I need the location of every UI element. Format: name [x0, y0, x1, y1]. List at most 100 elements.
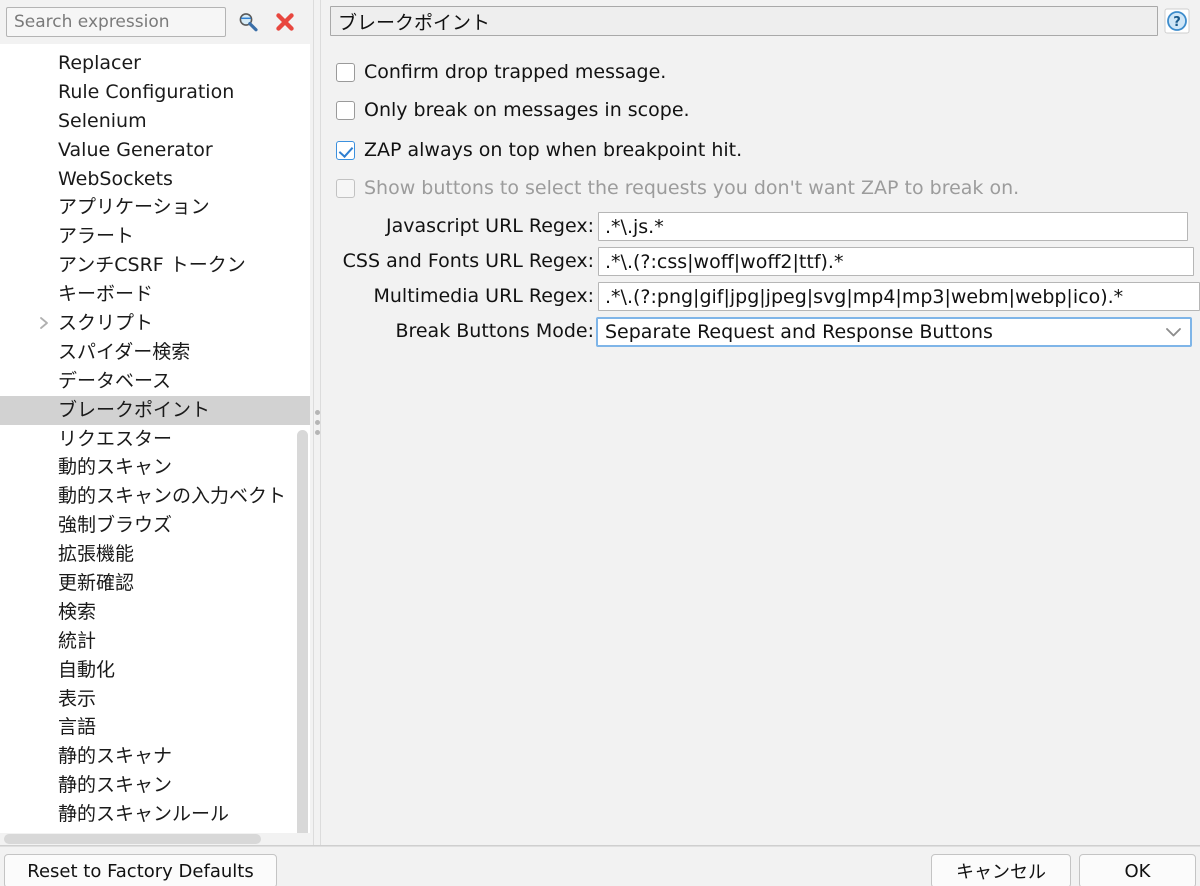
checkbox-label: Show buttons to select the requests you … — [364, 177, 1020, 199]
sidebar-item-label: 検索 — [58, 600, 97, 623]
sidebar-item[interactable]: Selenium — [0, 107, 310, 136]
tree-horizontal-scrollbar[interactable] — [0, 833, 310, 845]
tree-vertical-scrollbar-thumb[interactable] — [297, 430, 308, 833]
options-form: Confirm drop trapped message. Only break … — [324, 46, 1200, 845]
splitter-line-right — [320, 0, 321, 845]
sidebar-item[interactable]: 静的スキャナ — [0, 742, 310, 771]
sidebar-item[interactable]: スクリプト — [0, 309, 310, 338]
sidebar-item[interactable]: 強制ブラウズ — [0, 511, 310, 540]
search-icon[interactable] — [233, 7, 263, 37]
sidebar-item-label: 動的スキャンの入力ベクト — [58, 485, 287, 508]
form-field-row: CSS and Fonts URL Regex: — [324, 247, 1200, 276]
settings-tree-list: Replacer Rule Configuration Selenium Value … — [0, 44, 310, 829]
sidebar-item-label: 統計 — [58, 629, 97, 652]
sidebar-item[interactable]: 動的スキャン — [0, 453, 310, 482]
sidebar-item-label: 表示 — [58, 687, 97, 710]
sidebar-item[interactable]: 拡張機能 — [0, 540, 310, 569]
checkbox-row: Show buttons to select the requests you … — [336, 174, 1019, 202]
checkbox-label: Confirm drop trapped message. — [364, 61, 667, 83]
form-field-label: Javascript URL Regex: — [386, 215, 594, 237]
sidebar-item[interactable]: ブレークポイント — [0, 395, 310, 425]
chevron-down-icon[interactable] — [1156, 319, 1190, 345]
sidebar-item-label: 言語 — [58, 716, 97, 739]
right-pane: ブレークポイント ? Confirm drop trapped message.… — [324, 0, 1200, 845]
sidebar-item-label: Rule Configuration — [58, 80, 235, 103]
sidebar-item[interactable]: キーボード — [0, 280, 310, 309]
form-field-input[interactable] — [598, 212, 1188, 241]
sidebar-item-label: キーボード — [58, 283, 154, 306]
bottom-separator — [0, 845, 1200, 847]
checkbox-label: Only break on messages in scope. — [364, 99, 690, 121]
sidebar-item-label: データベース — [58, 369, 172, 392]
sidebar-item-label: Selenium — [58, 109, 147, 132]
search-input[interactable] — [6, 7, 226, 37]
sidebar-item[interactable]: Replacer — [0, 49, 310, 78]
sidebar-item[interactable]: Value Generator — [0, 136, 310, 165]
reset-to-factory-defaults-button[interactable]: Reset to Factory Defaults — [4, 854, 277, 886]
checkbox-row[interactable]: Only break on messages in scope. — [336, 96, 690, 124]
checkbox-row[interactable]: Confirm drop trapped message. — [336, 58, 666, 86]
sidebar-item[interactable]: 静的スキャンルール — [0, 800, 310, 829]
checkbox-box[interactable] — [336, 140, 355, 160]
chevron-right-icon[interactable] — [36, 309, 52, 338]
tree-horizontal-scrollbar-thumb[interactable] — [4, 834, 261, 844]
sidebar-item-label: アラート — [58, 225, 135, 248]
splitter-line-left — [313, 0, 314, 845]
left-pane: Replacer Rule Configuration Selenium Value … — [0, 0, 310, 845]
sidebar-item-label: Value Generator — [58, 138, 213, 161]
form-field-input[interactable] — [598, 282, 1200, 311]
sidebar-item[interactable]: Rule Configuration — [0, 78, 310, 107]
form-field-label: CSS and Fonts URL Regex: — [342, 250, 594, 272]
search-toolbar — [0, 0, 310, 44]
pane-splitter[interactable] — [310, 0, 324, 845]
sidebar-item[interactable]: 自動化 — [0, 656, 310, 685]
cancel-button[interactable]: キャンセル — [931, 854, 1071, 886]
sidebar-item[interactable]: アラート — [0, 222, 310, 251]
sidebar-item[interactable]: アンチCSRF トークン — [0, 251, 310, 280]
sidebar-item[interactable]: 更新確認 — [0, 569, 310, 598]
sidebar-item-label: 動的スキャン — [58, 456, 173, 479]
sidebar-item[interactable]: 動的スキャンの入力ベクト — [0, 482, 310, 511]
svg-text:?: ? — [1173, 15, 1181, 30]
break-buttons-mode-label: Break Buttons Mode: — [395, 320, 594, 342]
sidebar-item-label: ブレークポイント — [58, 398, 211, 421]
splitter-grip-dots[interactable] — [314, 410, 320, 435]
ok-button[interactable]: OK — [1079, 854, 1196, 886]
sidebar-item-label: 更新確認 — [58, 572, 135, 595]
checkbox-box — [336, 178, 355, 198]
settings-tree[interactable]: Replacer Rule Configuration Selenium Value … — [0, 44, 310, 833]
checkbox-row[interactable]: ZAP always on top when breakpoint hit. — [336, 136, 742, 164]
sidebar-item[interactable]: スパイダー検索 — [0, 338, 310, 367]
sidebar-item-label: 静的スキャナ — [58, 745, 173, 768]
sidebar-item[interactable]: WebSockets — [0, 165, 310, 194]
sidebar-item[interactable]: アプリケーション — [0, 193, 310, 222]
break-buttons-mode-select[interactable]: Separate Request and Response Buttons — [596, 317, 1192, 347]
help-question-icon[interactable]: ? — [1162, 6, 1192, 36]
dialog-button-bar: Reset to Factory Defaults キャンセル OK — [0, 848, 1200, 886]
checkbox-label: ZAP always on top when breakpoint hit. — [364, 139, 743, 161]
form-field-row: Multimedia URL Regex: — [324, 282, 1200, 311]
sidebar-item[interactable]: 統計 — [0, 627, 310, 656]
sidebar-item-label: 静的スキャン — [58, 774, 173, 797]
sidebar-item[interactable]: 検索 — [0, 598, 310, 627]
sidebar-item-label: アンチCSRF トークン — [58, 254, 246, 277]
sidebar-item[interactable]: 表示 — [0, 685, 310, 714]
sidebar-item[interactable]: リクエスター — [0, 425, 310, 454]
sidebar-item-label: リクエスター — [58, 427, 173, 450]
sidebar-item-label: 強制ブラウズ — [58, 514, 173, 537]
form-field-input[interactable] — [598, 247, 1194, 276]
panel-title: ブレークポイント — [330, 6, 1158, 36]
sidebar-item-label: アプリケーション — [58, 196, 210, 219]
checkbox-box[interactable] — [336, 62, 355, 82]
checkbox-box[interactable] — [336, 100, 355, 120]
sidebar-item[interactable]: 静的スキャン — [0, 771, 310, 800]
break-buttons-mode-row: Break Buttons Mode: Separate Request and … — [324, 317, 1200, 347]
clear-x-icon[interactable] — [270, 7, 300, 37]
sidebar-item[interactable]: データベース — [0, 367, 310, 396]
sidebar-item-label: WebSockets — [58, 167, 173, 190]
sidebar-item[interactable]: 言語 — [0, 713, 310, 742]
sidebar-item-label: スパイダー検索 — [58, 340, 191, 363]
tree-vertical-scrollbar[interactable] — [297, 430, 308, 833]
sidebar-item-label: Replacer — [58, 52, 141, 74]
break-buttons-mode-value: Separate Request and Response Buttons — [605, 321, 993, 343]
